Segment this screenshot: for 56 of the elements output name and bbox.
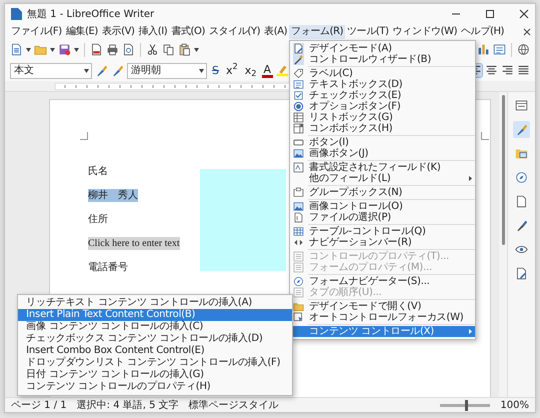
menu-bar-item[interactable]: フォーム(R): [289, 24, 346, 38]
menu-bar-item[interactable]: 表(A): [262, 24, 290, 38]
word-count: 選択中: 4 単語, 5 文字: [76, 398, 179, 412]
menu-item[interactable]: テキストボックス(D): [290, 78, 476, 90]
script-button[interactable]: x$_{2}$: [242, 64, 259, 78]
menu-item[interactable]: オプションボタン(F): [290, 100, 476, 112]
script-button[interactable]: x$^{2}$: [224, 64, 240, 78]
document-text: 住所: [88, 213, 108, 226]
menu-item[interactable]: ファイルの選択(P): [290, 212, 476, 222]
document-text: Click here to enter text: [88, 237, 180, 250]
menu-bar-item[interactable]: 書式(O): [169, 24, 207, 38]
zoom-level: 100%: [500, 398, 529, 412]
menu-item[interactable]: テーブル-コントロール(Q): [290, 226, 476, 236]
menu-bar-item[interactable]: 表示(V): [100, 24, 137, 38]
menu-item[interactable]: コントロールウィザード(B): [290, 54, 476, 64]
document-text: 柳井 秀人: [88, 189, 138, 202]
menu-item[interactable]: コンテンツ コントロール(X): [290, 326, 476, 336]
menu-item[interactable]: Insert Plain Text Content Control(B): [18, 309, 292, 321]
menu-bar-item[interactable]: 挿入(I): [136, 24, 170, 38]
menu-item[interactable]: 画像ボタン(J): [290, 148, 476, 158]
menu-item[interactable]: ボタン(I): [290, 136, 476, 148]
menu-item[interactable]: デザインモード(A): [290, 42, 476, 54]
menu-item[interactable]: Insert Combo Box Content Control(E): [18, 345, 292, 357]
menu-item[interactable]: 画像コントロール(O): [290, 200, 476, 212]
menu-item[interactable]: 他のフィールド(L): [290, 172, 476, 184]
font-color-button[interactable]: A: [262, 64, 274, 78]
menu-item[interactable]: チェックボックス コンテンツ コントロールの挿入(D): [18, 333, 292, 345]
menu-item[interactable]: コンテンツ コントロールのプロパティ(H): [18, 381, 292, 393]
window-title: 無題 1 - LibreOffice Writer: [27, 8, 154, 22]
menu-item[interactable]: グループボックス(N): [290, 186, 476, 198]
menu-bar-item[interactable]: スタイル(Y): [207, 24, 262, 38]
menu-item[interactable]: リッチテキスト コンテンツ コントロールの挿入(A): [18, 297, 292, 309]
menu-bar-item[interactable]: ツール(T): [345, 24, 391, 38]
font-name-field[interactable]: 游明朝: [127, 62, 207, 78]
menu-item[interactable]: ラベル(C): [290, 68, 476, 78]
menu-bar-item[interactable]: 編集(E): [64, 24, 100, 38]
paragraph-style-field[interactable]: 本文: [10, 62, 92, 78]
menu-item[interactable]: フォームナビゲーター(S)...: [290, 276, 476, 286]
page-style: 標準ページスタイル: [188, 398, 279, 412]
menu-item[interactable]: 書式設定されたフィールド(K): [290, 162, 476, 172]
menu-item[interactable]: ドロップダウンリスト コンテンツ コントロールの挿入(F): [18, 357, 292, 369]
menu-item[interactable]: デザインモードで開く(V): [290, 300, 476, 312]
strikethrough-button[interactable]: S: [210, 64, 221, 78]
menu-bar-item[interactable]: ヘルプ(H): [459, 24, 506, 38]
document-text: 氏名: [88, 165, 108, 178]
menu-item[interactable]: 画像 コンテンツ コントロールの挿入(C): [18, 321, 292, 333]
page-number: ページ 1 / 1: [11, 398, 67, 412]
menu-item[interactable]: オートコントロールフォーカス(W): [290, 312, 476, 322]
menu-item[interactable]: コンボボックス(H): [290, 122, 476, 134]
document-text: 電話番号: [88, 261, 128, 274]
menu-bar-item[interactable]: ウィンドウ(W): [390, 24, 460, 38]
menu-bar-item[interactable]: ファイル(F): [9, 24, 64, 38]
menu-item[interactable]: 日付 コンテンツ コントロールの挿入(G): [18, 369, 292, 381]
menu-item[interactable]: ナビゲーションバー(R): [290, 236, 476, 248]
menu-item[interactable]: リストボックス(G): [290, 112, 476, 122]
menu-item[interactable]: チェックボックス(E): [290, 90, 476, 100]
